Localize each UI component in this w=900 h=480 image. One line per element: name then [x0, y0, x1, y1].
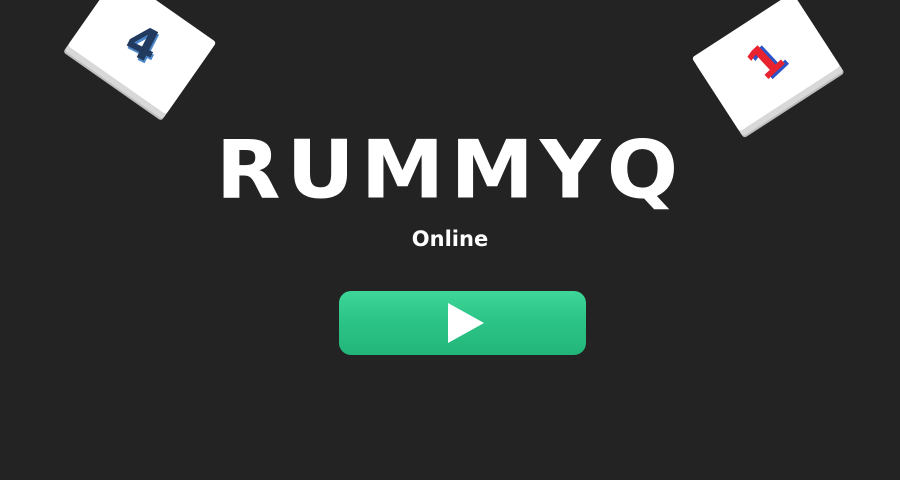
rummy-tile-1: 1 [691, 0, 841, 132]
play-button[interactable] [339, 291, 586, 355]
tile-number: 1 [737, 32, 795, 91]
play-icon [447, 303, 484, 343]
game-start-screen: 4 1 RUMMYQ Online [0, 0, 900, 480]
rummy-tile-4: 4 [67, 0, 217, 115]
tile-number: 4 [117, 13, 168, 74]
game-title: RUMMYQ [215, 123, 685, 217]
game-subtitle: Online [411, 227, 489, 251]
